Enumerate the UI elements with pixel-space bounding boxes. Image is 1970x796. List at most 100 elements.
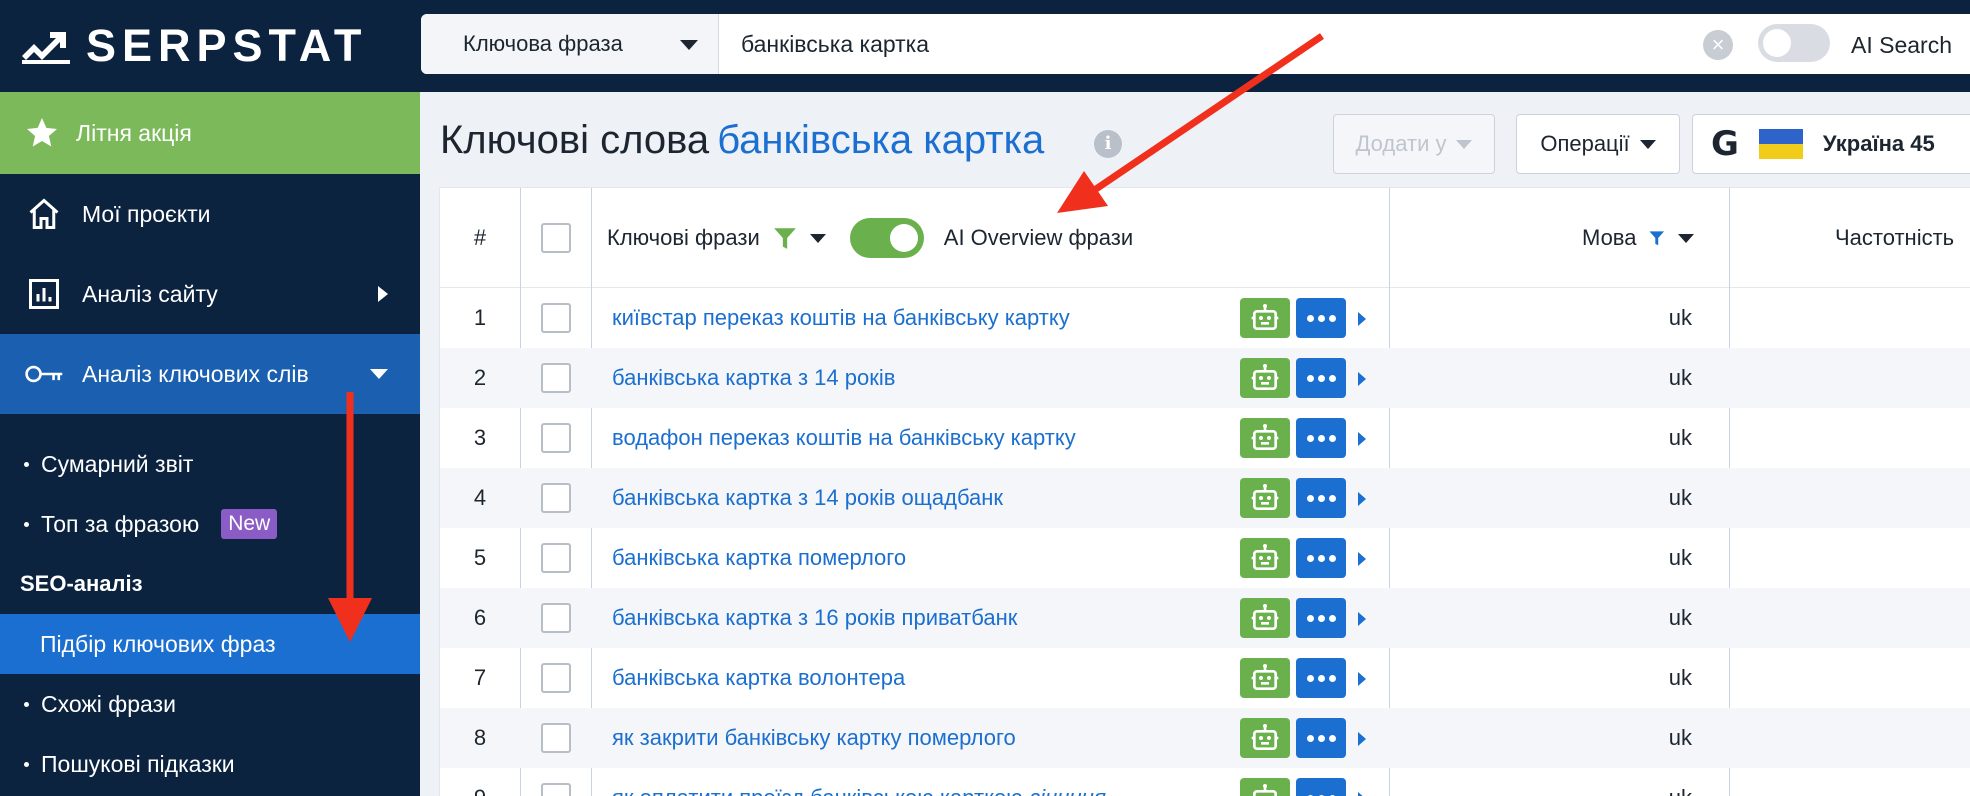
more-options-button[interactable] (1296, 778, 1346, 796)
language-value: uk (1668, 725, 1692, 750)
caret-down-icon[interactable] (1678, 233, 1694, 243)
ai-overview-toggle[interactable] (849, 218, 924, 258)
caret-down-icon (680, 40, 698, 50)
page-title-prefix: Ключові слова (440, 118, 710, 162)
expand-arrow-icon[interactable] (1358, 552, 1366, 566)
expand-arrow-icon[interactable] (1358, 732, 1366, 746)
sidebar-item-keyword-selection[interactable]: Підбір ключових фраз (0, 614, 420, 674)
keyword-link[interactable]: київстар переказ коштів на банківську ка… (612, 288, 1070, 348)
sidebar-item-similar-phrases[interactable]: Схожі фрази (0, 674, 420, 734)
sidebar-item-summer-promo[interactable]: Літня акція (0, 92, 420, 174)
ai-robot-button[interactable] (1240, 478, 1290, 518)
sidebar-item-site-analysis[interactable]: Аналіз сайту (0, 254, 420, 334)
sidebar-item-keyword-analysis[interactable]: Аналіз ключових слів (0, 334, 420, 414)
sidebar-item-projects[interactable]: Мої проєкти (0, 174, 420, 254)
search-type-select[interactable]: Ключова фраза (421, 14, 719, 74)
filter-icon[interactable] (1648, 225, 1666, 251)
column-header-label[interactable]: Ключові фрази (607, 225, 760, 251)
bullet-icon (24, 461, 29, 467)
select-all-checkbox[interactable] (541, 223, 571, 253)
table-row: 6 банківська картка з 16 років приватбанк… (440, 588, 1970, 648)
ai-robot-button[interactable] (1240, 598, 1290, 638)
more-options-button[interactable] (1296, 478, 1346, 518)
expand-arrow-icon[interactable] (1358, 492, 1366, 506)
sidebar-item-search-suggestions[interactable]: Пошукові підказки (0, 734, 420, 794)
row-checkbox[interactable] (541, 303, 571, 333)
caret-down-icon[interactable] (809, 233, 826, 243)
keyword-link[interactable]: банківська картка з 14 років ощадбанк (612, 468, 1003, 528)
row-checkbox[interactable] (541, 483, 571, 513)
more-options-button[interactable] (1296, 358, 1346, 398)
column-header-frequency[interactable]: Частотність (1835, 188, 1954, 288)
ai-search-toggle[interactable] (1758, 24, 1830, 62)
table-row: 3 водафон переказ коштів на банківську ка… (440, 408, 1970, 468)
keyword-link[interactable]: банківська картка з 16 років приватбанк (612, 588, 1017, 648)
keyword-link[interactable]: банківська картка волонтера (612, 648, 905, 708)
keyword-link[interactable]: водафон переказ коштів на банківську кар… (612, 408, 1076, 468)
dot (1306, 554, 1314, 562)
region-select[interactable]: G Україна 45 (1692, 114, 1970, 174)
sidebar-item-summary-report[interactable]: Сумарний звіт (0, 434, 420, 494)
info-icon[interactable]: i (1094, 130, 1122, 158)
row-checkbox[interactable] (541, 423, 571, 453)
sidebar-item-label: Аналіз сайту (82, 280, 218, 307)
robot-icon (1251, 724, 1279, 750)
row-checkbox[interactable] (541, 663, 571, 693)
keyword-text: як оплатити проїзд банківською карткою (612, 785, 1023, 796)
sidebar-item-label: Аналіз ключових слів (82, 360, 309, 387)
table-header: # Ключові фрази AI Overview фрази Мова Ч… (440, 188, 1970, 288)
table-row: 5 банківська картка померлого uk (440, 528, 1970, 588)
ai-robot-button[interactable] (1240, 358, 1290, 398)
table-row: 7 банківська картка волонтера uk (440, 648, 1970, 708)
ai-robot-button[interactable] (1240, 778, 1290, 796)
logo[interactable]: SERPSTAT (0, 0, 420, 92)
search-input[interactable]: банківська картка (741, 14, 1641, 74)
row-checkbox[interactable] (541, 723, 571, 753)
column-header-label[interactable]: Мова (1582, 225, 1636, 251)
table-row: 1 київстар переказ коштів на банківську к… (440, 288, 1970, 348)
add-to-button[interactable]: Додати у (1333, 114, 1495, 174)
more-options-button[interactable] (1296, 418, 1346, 458)
row-checkbox[interactable] (541, 363, 571, 393)
sidebar-item-label: Мої проєкти (82, 200, 211, 227)
sidebar-item-label: Літня акція (76, 119, 192, 146)
more-options-button[interactable] (1296, 298, 1346, 338)
ai-overview-label: AI Overview фрази (943, 225, 1134, 250)
sidebar-item-label: Топ за фразою (41, 510, 200, 537)
expand-arrow-icon[interactable] (1358, 612, 1366, 626)
more-options-button[interactable] (1296, 538, 1346, 578)
logo-icon (22, 32, 70, 64)
dot (1317, 314, 1325, 322)
more-options-button[interactable] (1296, 658, 1346, 698)
expand-arrow-icon[interactable] (1358, 312, 1366, 326)
ai-robot-button[interactable] (1240, 718, 1290, 758)
ai-robot-button[interactable] (1240, 418, 1290, 458)
more-options-button[interactable] (1296, 598, 1346, 638)
expand-arrow-icon[interactable] (1358, 672, 1366, 686)
keyword-text: банківська картка з 14 років (612, 365, 896, 390)
ai-robot-button[interactable] (1240, 658, 1290, 698)
clear-search-button[interactable]: × (1703, 30, 1733, 60)
more-options-button[interactable] (1296, 718, 1346, 758)
operations-button[interactable]: Операції (1516, 114, 1680, 174)
row-checkbox[interactable] (541, 543, 571, 573)
search-bar: Ключова фраза банківська картка × AI Sea… (421, 14, 1970, 74)
keyword-link[interactable]: банківська картка померлого (612, 528, 906, 588)
ai-robot-button[interactable] (1240, 298, 1290, 338)
language-value: uk (1668, 425, 1692, 450)
ai-robot-button[interactable] (1240, 538, 1290, 578)
expand-arrow-icon[interactable] (1358, 372, 1366, 386)
row-checkbox[interactable] (541, 603, 571, 633)
keyword-link[interactable]: як закрити банківську картку померлого (612, 708, 1016, 768)
expand-arrow-icon[interactable] (1358, 432, 1366, 446)
row-checkbox[interactable] (541, 783, 571, 796)
logo-text: SERPSTAT (86, 20, 368, 71)
keyword-link[interactable]: банківська картка з 14 років (612, 348, 895, 408)
expand-arrow-icon[interactable] (1358, 792, 1366, 796)
filter-icon[interactable] (772, 225, 798, 251)
sidebar: SERPSTAT Літня акція Мої проєкти Аналіз … (0, 0, 420, 796)
keyword-extra: вінниця (1029, 785, 1106, 796)
bullet-icon (24, 761, 29, 767)
sidebar-item-top-by-phrase[interactable]: Топ за фразою New (0, 494, 420, 554)
keyword-link[interactable]: як оплатити проїзд банківською карткою в… (612, 768, 1106, 796)
